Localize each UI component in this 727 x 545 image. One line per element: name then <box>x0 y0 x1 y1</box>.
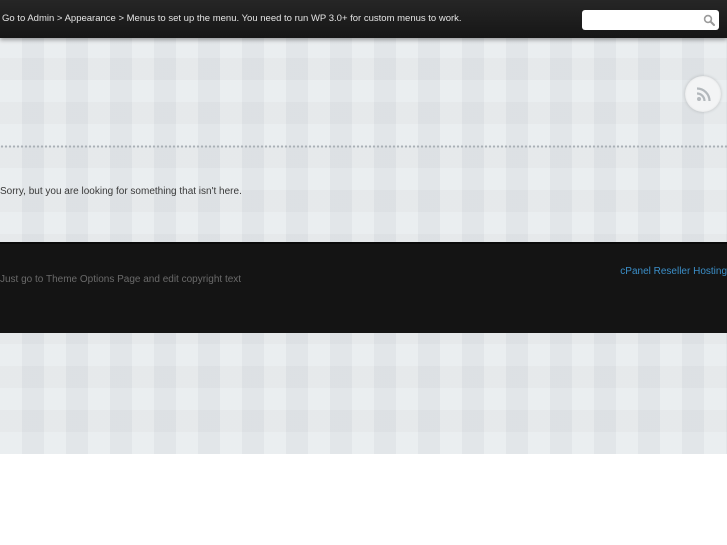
footer-hosting-link[interactable]: cPanel Reseller Hosting <box>620 266 727 277</box>
page-background <box>0 0 727 454</box>
search-icon[interactable] <box>703 14 715 26</box>
rss-icon <box>696 87 711 102</box>
rss-feed-button[interactable] <box>685 76 721 112</box>
footer-copyright-text: Just go to Theme Options Page and edit c… <box>0 274 242 285</box>
top-navigation-bar: Go to Admin > Appearance > Menus to set … <box>0 0 727 38</box>
search-box <box>582 10 719 30</box>
menu-setup-message: Go to Admin > Appearance > Menus to set … <box>2 13 462 24</box>
footer: Just go to Theme Options Page and edit c… <box>0 242 727 333</box>
dotted-divider <box>0 145 727 148</box>
search-input[interactable] <box>586 12 696 28</box>
not-found-message: Sorry, but you are looking for something… <box>0 186 242 197</box>
